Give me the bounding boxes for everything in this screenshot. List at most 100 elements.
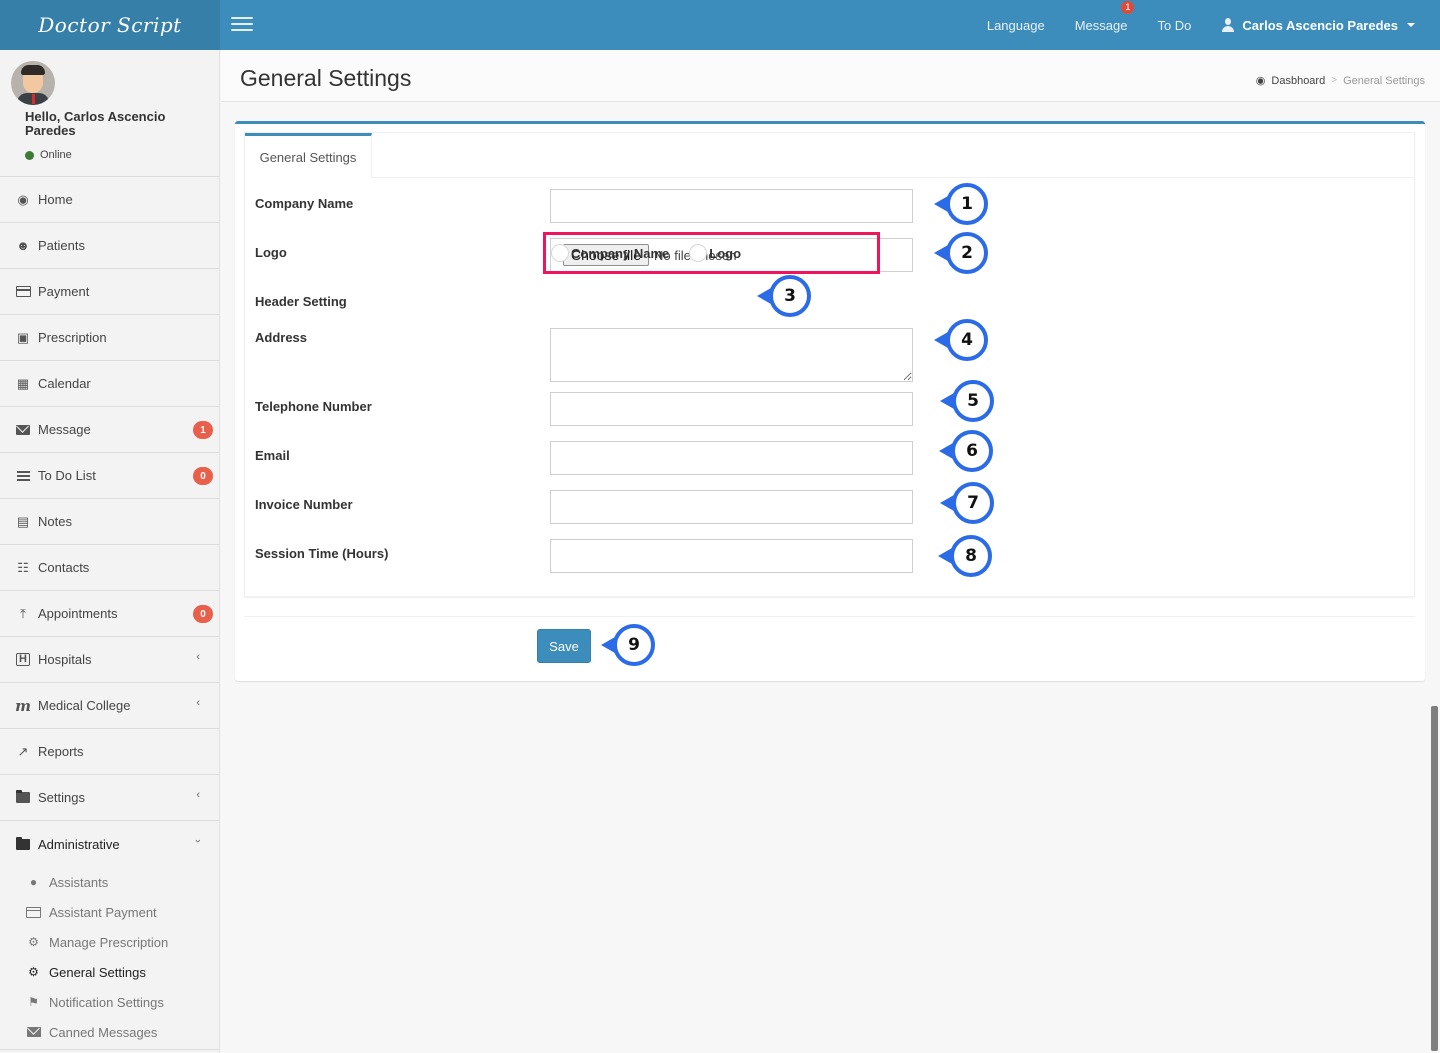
annotation-number: 6: [951, 430, 993, 472]
nav-todo[interactable]: To Do: [1142, 18, 1206, 33]
nav-message[interactable]: Message 1: [1060, 0, 1143, 33]
sidebar-item-notes[interactable]: ▤ Notes: [0, 499, 219, 545]
annotation-callout: 9: [601, 624, 657, 666]
session-time-input[interactable]: [550, 539, 913, 573]
annotation-callout: 6: [939, 430, 995, 472]
college-m-icon: m: [15, 696, 31, 715]
folder-icon: [15, 790, 31, 805]
user-name: Carlos Ascencio Paredes: [1242, 17, 1398, 33]
nav-message-label: Message: [1074, 17, 1128, 33]
annotation-callout: 3: [757, 275, 813, 317]
dashboard-icon: ◉: [1255, 75, 1266, 87]
credit-card-icon: [26, 906, 41, 918]
top-navbar: Doctor Script Language Message 1 To Do C…: [0, 0, 1440, 50]
header-setting-label: Header Setting: [255, 294, 347, 309]
sidebar-item-appointments[interactable]: ⤒ Appointments 0: [0, 591, 219, 637]
header-setting-radio-group: Company Name Logo: [543, 232, 880, 274]
calendar-icon: ▦: [16, 375, 30, 391]
radio-circle[interactable]: [689, 244, 708, 262]
online-status: Online: [25, 149, 72, 161]
folder-icon: [15, 836, 31, 851]
nav-language[interactable]: Language: [972, 18, 1060, 33]
sidebar-toggle-icon[interactable]: [231, 17, 253, 33]
sidebar: Hello, Carlos Ascencio Paredes Online ◉ …: [0, 50, 220, 1053]
medkit-icon: ▣: [16, 329, 30, 345]
submenu-item-label: Manage Prescription: [49, 934, 169, 950]
sidebar-item-label: To Do List: [38, 468, 96, 483]
sidebar-item-label: Reports: [38, 744, 84, 759]
submenu-item-canned-messages[interactable]: Canned Messages: [0, 1017, 219, 1047]
sidebar-item-contacts[interactable]: ☷ Contacts: [0, 545, 219, 591]
user-menu[interactable]: Carlos Ascencio Paredes: [1206, 18, 1440, 33]
radio-label: Logo: [709, 245, 742, 261]
sidebar-item-administrative[interactable]: Administrative ‹: [0, 821, 219, 867]
chevron-left-icon: ‹: [196, 789, 200, 801]
annotation-callout: 1: [934, 183, 990, 225]
administrative-submenu: ● Assistants Assistant Payment ⚙ Manage …: [0, 867, 219, 1050]
sidebar-item-settings[interactable]: Settings ‹: [0, 775, 219, 821]
sidebar-item-label: Home: [38, 192, 73, 207]
sidebar-item-medical-college[interactable]: m Medical College ‹: [0, 683, 219, 729]
logo-label: Logo: [255, 245, 287, 260]
submenu-item-manage-prescription[interactable]: ⚙ Manage Prescription: [0, 927, 219, 957]
annotation-callout: 4: [934, 319, 990, 361]
chevron-left-icon: ‹: [196, 697, 200, 709]
message-badge: 1: [1121, 0, 1135, 14]
annotation-number: 8: [950, 535, 992, 577]
address-textarea[interactable]: [550, 328, 913, 382]
save-button[interactable]: Save: [537, 629, 591, 663]
settings-box: General Settings Company Name Logo Choos…: [235, 121, 1425, 681]
sidebar-item-label: Medical College: [38, 698, 131, 713]
bars-icon: [15, 469, 31, 483]
telephone-input[interactable]: [550, 392, 913, 426]
sidebar-item-prescription[interactable]: ▣ Prescription: [0, 315, 219, 361]
todo-count-badge: 0: [193, 467, 213, 485]
radio-label: Company Name: [571, 245, 670, 261]
sidebar-item-home[interactable]: ◉ Home: [0, 177, 219, 223]
submenu-item-assistants[interactable]: ● Assistants: [0, 867, 219, 897]
sidebar-item-label: Prescription: [38, 330, 107, 345]
company-name-label: Company Name: [255, 196, 354, 211]
status-dot-icon: [25, 150, 34, 160]
sidebar-item-hospitals[interactable]: H Hospitals ‹: [0, 637, 219, 683]
sidebar-item-todo-list[interactable]: To Do List 0: [0, 453, 219, 499]
status-label: Online: [40, 149, 72, 161]
email-input[interactable]: [550, 441, 913, 475]
envelope-icon: [15, 423, 31, 437]
breadcrumb: ◉ Dasbhoard > General Settings: [1255, 74, 1425, 88]
submenu-item-general-settings[interactable]: ⚙ General Settings: [0, 957, 219, 987]
annotation-callout: 2: [934, 232, 990, 274]
submenu-item-notification-settings[interactable]: ⚑ Notification Settings: [0, 987, 219, 1017]
user-panel: Hello, Carlos Ascencio Paredes Online: [0, 50, 219, 177]
annotation-number: 2: [946, 232, 988, 274]
page-scrollbar[interactable]: [1431, 706, 1438, 1051]
submenu-item-label: Canned Messages: [49, 1024, 158, 1040]
sidebar-item-label: Appointments: [38, 606, 118, 621]
sidebar-item-patients[interactable]: ☻ Patients: [0, 223, 219, 269]
tab-bar: General Settings: [245, 133, 1414, 178]
sidebar-item-payment[interactable]: Payment: [0, 269, 219, 315]
page-title: General Settings: [240, 65, 412, 91]
breadcrumb-home[interactable]: Dasbhoard: [1271, 75, 1325, 87]
avatar: [11, 61, 55, 105]
radio-logo[interactable]: Logo: [689, 244, 741, 262]
bell-icon: ⚑: [28, 995, 39, 1009]
sidebar-item-reports[interactable]: ↗ Reports: [0, 729, 219, 775]
sidebar-item-label: Administrative: [38, 836, 120, 852]
radio-company-name[interactable]: Company Name: [551, 244, 669, 262]
submenu-item-label: General Settings: [49, 964, 146, 980]
credit-card-icon: [15, 285, 31, 299]
radio-circle[interactable]: [551, 244, 569, 262]
company-name-input[interactable]: [550, 189, 913, 223]
cogs-icon: ⚙: [28, 935, 39, 949]
message-count-badge: 1: [193, 421, 213, 439]
email-label: Email: [255, 448, 290, 463]
sidebar-item-calendar[interactable]: ▦ Calendar: [0, 361, 219, 407]
tab-general-settings[interactable]: General Settings: [245, 133, 372, 178]
submenu-item-label: Assistants: [49, 874, 109, 890]
sidebar-item-message[interactable]: Message 1: [0, 407, 219, 453]
submenu-item-assistant-payment[interactable]: Assistant Payment: [0, 897, 219, 927]
invoice-number-input[interactable]: [550, 490, 913, 524]
sidebar-item-label: Notes: [38, 514, 72, 529]
app-logo[interactable]: Doctor Script: [0, 0, 220, 50]
